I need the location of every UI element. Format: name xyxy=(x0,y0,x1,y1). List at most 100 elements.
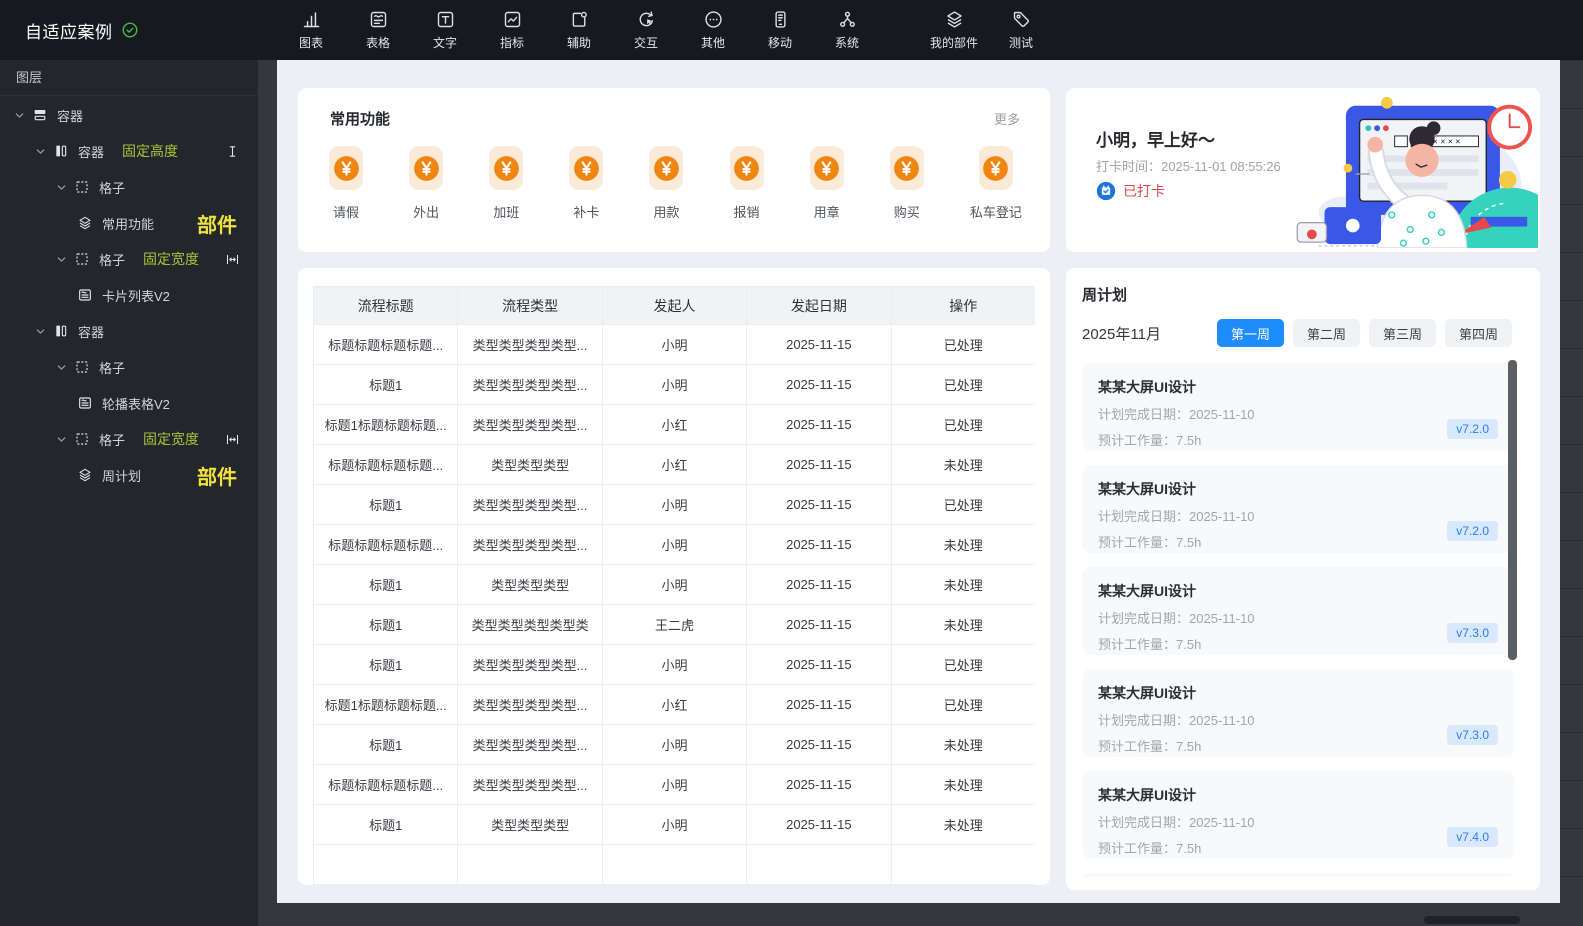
plan-card[interactable]: 某某大屏UI设计 计划完成日期：2025-11-10 预计工作量：7.5h v7… xyxy=(1082,669,1514,757)
quick-card-title: 常用功能 xyxy=(330,111,391,128)
layer-tree-item[interactable]: 常用功能 部件 xyxy=(0,205,258,241)
week-tab[interactable]: 第四周 xyxy=(1444,319,1512,347)
table-row[interactable]: 标题1 类型类型类型类型... 小明 2025-11-15 已处理 xyxy=(313,644,1035,685)
quick-action[interactable]: 用款 xyxy=(649,146,684,221)
table-row[interactable]: 标题1 类型类型类型类型... 小明 2025-11-15 未处理 xyxy=(313,724,1035,765)
card-table-icon xyxy=(77,287,93,303)
toolbar-item-label: 图表 xyxy=(298,36,323,50)
chevron-down-icon[interactable] xyxy=(56,254,67,265)
layer-label: 轮播表格V2 xyxy=(102,396,170,412)
table-row[interactable]: 标题1 类型类型类型类型... 小明 2025-11-15 已处理 xyxy=(313,364,1035,405)
week-tab[interactable]: 第一周 xyxy=(1216,319,1284,347)
table-cell: 小明 xyxy=(601,524,748,565)
toolbar-item[interactable]: 测试 xyxy=(990,9,1052,51)
toolbar-item[interactable]: 表格 xyxy=(347,9,409,51)
week-plan-card: 周计划 2025年11月 第一周 第二周 第三周 第四周 某某大屏UI设计 计划完成日… xyxy=(1066,268,1540,890)
table-row[interactable]: 标题标题标题标题... 类型类型类型 小红 2025-11-15 未处理 xyxy=(313,444,1035,485)
plan-card[interactable]: 某某大屏UI设计 计划完成日期：2025-11-10 预计工作量：7.5h v7… xyxy=(1082,363,1514,451)
layer-label: 容器 xyxy=(57,108,84,124)
canvas-horizontal-scrollbar[interactable] xyxy=(1424,916,1520,924)
toolbar-item[interactable]: 指标 xyxy=(481,9,543,51)
quick-action[interactable]: 外出 xyxy=(409,146,444,221)
plan-list-scrollbar[interactable] xyxy=(1508,360,1517,660)
process-table-card: 流程标题 流程类型 发起人 发起日期 操作 标题标题标题标题... 类型类型类型类型...… xyxy=(298,268,1050,885)
quick-action[interactable]: 加班 xyxy=(489,146,524,221)
table-cell: 王二虎 xyxy=(601,604,748,645)
my-widgets-icon xyxy=(944,9,965,30)
table-cell: 2025-11-15 xyxy=(746,724,892,765)
week-tab[interactable]: 第三周 xyxy=(1368,319,1436,347)
plan-card[interactable]: 某某大屏UI设计 计划完成日期：2025-11-10 预计工作量：7.5h v7… xyxy=(1082,771,1514,859)
table-row[interactable]: 标题1 类型类型类型类型类 王二虎 2025-11-15 未处理 xyxy=(313,604,1035,645)
table-row[interactable]: 标题1标题标题标题... 类型类型类型类型... 小红 2025-11-15 已处理 xyxy=(313,684,1035,725)
week-tab[interactable]: 第二周 xyxy=(1292,319,1360,347)
week-controls: 2025年11月 第一周 第二周 第三周 第四周 xyxy=(1066,319,1540,347)
table-cell: 标题1 xyxy=(313,724,459,765)
layer-tree-item[interactable]: 格子 固定宽度 xyxy=(0,421,258,457)
yen-circle-icon xyxy=(413,155,440,182)
editor-workspace: 常用功能 更多 请假 外出 加班 补卡 用款 报销 用章 购买 私车登记 流程标… xyxy=(258,60,1583,926)
quick-action[interactable]: 报销 xyxy=(729,146,764,221)
chevron-down-icon[interactable] xyxy=(56,182,67,193)
table-row[interactable]: 标题标题标题标题... 类型类型类型类型... 小明 2025-11-15 未处理 xyxy=(313,764,1035,805)
chevron-down-icon[interactable] xyxy=(35,326,46,337)
plan-title: 某某大屏UI设计 xyxy=(1098,685,1196,701)
chevron-down-icon[interactable] xyxy=(56,434,67,445)
table-row[interactable]: 标题1标题标题标题... 类型类型类型类型... 小红 2025-11-15 已处理 xyxy=(313,404,1035,445)
toolbar-item[interactable]: 系统 xyxy=(816,9,878,51)
grid-cell-icon xyxy=(74,251,90,267)
quick-action[interactable]: 购买 xyxy=(889,146,924,221)
layer-tree-item[interactable]: 容器 固定高度 xyxy=(0,133,258,169)
quick-action[interactable]: 补卡 xyxy=(569,146,604,221)
plan-card[interactable] xyxy=(1082,873,1514,877)
plan-list: 某某大屏UI设计 计划完成日期：2025-11-10 预计工作量：7.5h v7… xyxy=(1066,363,1540,877)
toolbar-item[interactable]: 图表 xyxy=(280,9,342,51)
toolbar-item[interactable]: 其他 xyxy=(682,9,744,51)
table-header-row: 流程标题 流程类型 发起人 发起日期 操作 xyxy=(313,286,1035,325)
quick-action-tile xyxy=(729,146,764,190)
toolbar-item[interactable]: 辅助 xyxy=(548,9,610,51)
chevron-down-icon[interactable] xyxy=(35,146,46,157)
table-cell: 已处理 xyxy=(890,684,1035,725)
table-cell: 2025-11-15 xyxy=(746,524,892,565)
check-circle-icon xyxy=(121,21,139,39)
preview-canvas: 常用功能 更多 请假 外出 加班 补卡 用款 报销 用章 购买 私车登记 流程标… xyxy=(277,60,1560,903)
chevron-down-icon[interactable] xyxy=(56,362,67,373)
size-mode-tag: 固定宽度 xyxy=(143,431,200,447)
table-row[interactable]: 标题1 类型类型类型类型... 小明 2025-11-15 已处理 xyxy=(313,484,1035,525)
plan-card[interactable]: 某某大屏UI设计 计划完成日期：2025-11-10 预计工作量：7.5h v7… xyxy=(1082,567,1514,655)
table-row[interactable]: 标题标题标题标题... 类型类型类型类型... 小明 2025-11-15 未处理 xyxy=(313,524,1035,565)
table-row[interactable]: 标题1 类型类型类型 小明 2025-11-15 未处理 xyxy=(313,804,1035,845)
table-cell: 未处理 xyxy=(890,564,1035,605)
quick-action[interactable]: 请假 xyxy=(329,146,363,221)
layer-tree-item[interactable]: 容器 xyxy=(0,313,258,349)
chevron-down-icon[interactable] xyxy=(14,110,25,121)
system-icon xyxy=(837,9,858,30)
layer-tree-item[interactable]: 轮播表格V2 xyxy=(0,385,258,421)
layer-tree-item[interactable]: 格子 固定宽度 xyxy=(0,241,258,277)
layer-tree-item[interactable]: 卡片列表V2 xyxy=(0,277,258,313)
layer-tree-item[interactable]: 格子 xyxy=(0,349,258,385)
layer-tree-item[interactable]: 容器 xyxy=(0,97,258,133)
layer-tree: 容器 容器 固定高度 格子 常用功能 部件 格子 固定宽度 卡片列表V2 容器 … xyxy=(0,96,258,493)
layer-tree-item[interactable]: 周计划 部件 xyxy=(0,457,258,493)
plan-due-date: 计划完成日期：2025-11-10 xyxy=(1098,509,1255,524)
toolbar-item[interactable]: 文字 xyxy=(414,9,476,51)
layer-tree-item[interactable]: 格子 xyxy=(0,169,258,205)
table-row[interactable]: 标题标题标题标题... 类型类型类型类型... 小明 2025-11-15 已处理 xyxy=(313,324,1035,365)
layer-label: 格子 xyxy=(99,360,126,376)
table-cell: 2025-11-15 xyxy=(746,444,892,485)
quick-action[interactable]: 私车登记 xyxy=(970,146,1022,221)
more-link[interactable]: 更多 xyxy=(994,109,1020,128)
width-arrows-icon xyxy=(225,432,240,447)
toolbar-item[interactable]: 交互 xyxy=(615,9,677,51)
table-cell: 小红 xyxy=(601,404,748,445)
table-row[interactable]: 标题1 类型类型类型 小明 2025-11-15 未处理 xyxy=(313,564,1035,605)
plan-card[interactable]: 某某大屏UI设计 计划完成日期：2025-11-10 预计工作量：7.5h v7… xyxy=(1082,465,1514,553)
table-cell: 标题标题标题标题... xyxy=(313,524,459,565)
table-cell: 小明 xyxy=(601,644,748,685)
toolbar-item[interactable]: 移动 xyxy=(749,9,811,51)
toolbar-item[interactable]: 我的部件 xyxy=(923,9,985,51)
table-row[interactable] xyxy=(313,844,1035,885)
quick-action[interactable]: 用章 xyxy=(809,146,844,221)
